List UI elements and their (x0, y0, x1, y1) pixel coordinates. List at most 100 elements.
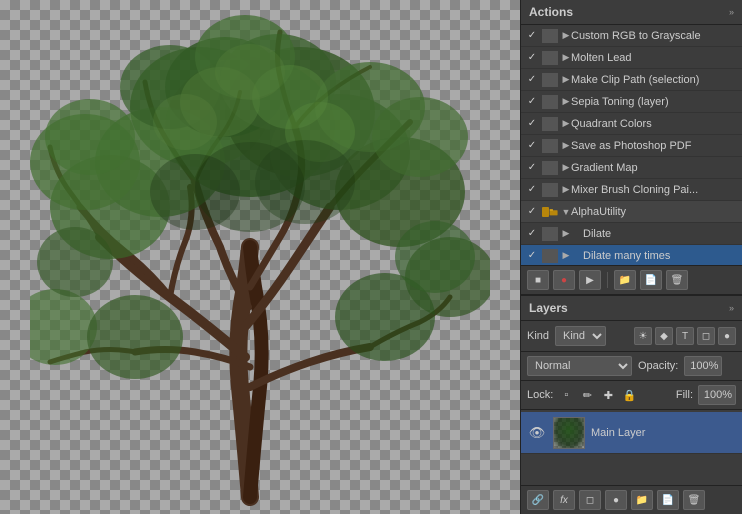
action-expand-3[interactable]: ▶ (561, 74, 571, 85)
action-icon-6 (542, 139, 558, 153)
action-icon-2 (542, 51, 558, 65)
layer-visibility-1[interactable]: 👁 (527, 425, 547, 441)
lock-all-icon[interactable]: 🔒 (621, 387, 637, 403)
action-item-11[interactable]: ✓ ▶Dilate many times (521, 245, 742, 265)
layer-filter-icons: ☀ ◆ T ◻ ● (634, 327, 736, 345)
actions-record-btn[interactable]: ● (553, 270, 575, 290)
actions-panel-collapse-icon[interactable]: » (729, 7, 734, 17)
action-check-6: ✓ (525, 140, 539, 151)
filter-adjust-icon[interactable]: ◆ (655, 327, 673, 345)
layer-thumbnail-1 (553, 417, 585, 449)
filter-type-icon[interactable]: T (676, 327, 694, 345)
action-item-2[interactable]: ✓▶Molten Lead (521, 47, 742, 69)
action-label-9: AlphaUtility (571, 206, 738, 218)
layer-new-btn[interactable]: 📄 (657, 490, 679, 510)
action-item-1[interactable]: ✓ ▶Custom RGB to Grayscale (521, 25, 742, 47)
layers-panel-title: Layers (529, 301, 568, 315)
fill-input[interactable] (698, 385, 736, 405)
layers-panel: Layers » Kind Kind ☀ ◆ T ◻ ● Normal Opac… (521, 296, 742, 514)
action-check-10: ✓ (525, 228, 539, 239)
actions-toolbar: ■ ● ▶ 📁 📄 🗑 (521, 265, 742, 294)
action-check-5: ✓ (525, 118, 539, 129)
action-label-10: Dilate (571, 228, 738, 240)
action-expand-8[interactable]: ▶ (561, 184, 571, 195)
right-panel: Actions » ✓▶Custom RGB to Grayscale✓▶Mol… (520, 0, 742, 514)
actions-panel-header: Actions » (521, 0, 742, 25)
layers-list: 👁 Main Layer (521, 410, 742, 485)
action-item-4[interactable]: ✓ ▶Sepia Toning (layer) (521, 91, 742, 113)
action-expand-6[interactable]: ▶ (561, 140, 571, 151)
layers-panel-collapse-icon[interactable]: » (729, 303, 734, 313)
blend-mode-row: Normal Opacity: (521, 352, 742, 381)
actions-list: ✓▶Custom RGB to Grayscale✓▶Molten Lead✓▶… (521, 25, 742, 265)
action-icon-4 (542, 95, 558, 109)
action-check-4: ✓ (525, 96, 539, 107)
actions-new-btn[interactable]: 📄 (640, 270, 662, 290)
action-expand-5[interactable]: ▶ (561, 118, 571, 129)
layer-name-1: Main Layer (591, 427, 736, 439)
action-check-8: ✓ (525, 184, 539, 195)
action-item-5[interactable]: ✓ ▶Quadrant Colors (521, 113, 742, 135)
action-expand-4[interactable]: ▶ (561, 96, 571, 107)
filter-smart-icon[interactable]: ● (718, 327, 736, 345)
action-expand-2[interactable]: ▶ (561, 52, 571, 63)
action-item-9[interactable]: ✓ ▼AlphaUtility (521, 201, 742, 223)
action-check-3: ✓ (525, 74, 539, 85)
layer-fx-btn[interactable]: fx (553, 490, 575, 510)
action-check-9: ✓ (525, 206, 539, 217)
action-label-8: Mixer Brush Cloning Pai... (571, 184, 738, 196)
action-expand-10[interactable]: ▶ (561, 228, 571, 239)
action-icon-5 (542, 117, 558, 131)
actions-panel-title: Actions (529, 5, 573, 19)
kind-select[interactable]: Kind (555, 326, 606, 346)
lock-transparent-icon[interactable]: ▫ (558, 387, 574, 403)
lock-label: Lock: (527, 389, 553, 401)
action-icon-8 (542, 183, 558, 197)
actions-play-btn[interactable]: ▶ (579, 270, 601, 290)
opacity-label: Opacity: (638, 360, 678, 372)
actions-stop-btn[interactable]: ■ (527, 270, 549, 290)
action-icon-10 (542, 227, 558, 241)
layer-link-btn[interactable]: 🔗 (527, 490, 549, 510)
layer-row-1[interactable]: 👁 Main Layer (521, 412, 742, 454)
action-item-8[interactable]: ✓ ▶Mixer Brush Cloning Pai... (521, 179, 742, 201)
action-label-3: Make Clip Path (selection) (571, 74, 738, 86)
action-item-10[interactable]: ✓ ▶Dilate (521, 223, 742, 245)
action-label-5: Quadrant Colors (571, 118, 738, 130)
action-item-3[interactable]: ✓ ▶Make Clip Path (selection) (521, 69, 742, 91)
folder-icon-9 (542, 205, 558, 219)
filter-pixel-icon[interactable]: ☀ (634, 327, 652, 345)
action-expand-9[interactable]: ▼ (561, 207, 571, 217)
action-check-1: ✓ (525, 30, 539, 41)
action-label-4: Sepia Toning (layer) (571, 96, 738, 108)
layer-group-btn[interactable]: 📁 (631, 490, 653, 510)
canvas-area (0, 0, 520, 514)
opacity-input[interactable] (684, 356, 722, 376)
action-item-6[interactable]: ✓▶Save as Photoshop PDF (521, 135, 742, 157)
kind-label: Kind (527, 330, 549, 342)
tree-svg-wrapper (0, 0, 520, 514)
action-icon-7 (542, 161, 558, 175)
layers-kind-row: Kind Kind ☀ ◆ T ◻ ● (521, 321, 742, 352)
tree-svg (30, 7, 490, 507)
fill-label: Fill: (676, 389, 693, 401)
action-label-1: Custom RGB to Grayscale (571, 30, 738, 42)
action-expand-1[interactable]: ▶ (561, 30, 571, 41)
actions-delete-btn[interactable]: 🗑 (666, 270, 688, 290)
action-item-7[interactable]: ✓▶Gradient Map (521, 157, 742, 179)
layer-mask-btn[interactable]: ◻ (579, 490, 601, 510)
action-expand-7[interactable]: ▶ (561, 162, 571, 173)
layer-adjustment-btn[interactable]: ● (605, 490, 627, 510)
actions-new-set-btn[interactable]: 📁 (614, 270, 636, 290)
action-label-11: Dilate many times (571, 250, 738, 262)
action-expand-11[interactable]: ▶ (561, 250, 571, 261)
lock-position-icon[interactable]: ✚ (600, 387, 616, 403)
action-check-11: ✓ (525, 250, 539, 261)
actions-panel: Actions » ✓▶Custom RGB to Grayscale✓▶Mol… (521, 0, 742, 296)
lock-pixels-icon[interactable]: ✏ (579, 387, 595, 403)
blend-mode-select[interactable]: Normal (527, 356, 632, 376)
action-check-7: ✓ (525, 162, 539, 173)
layer-delete-btn[interactable]: 🗑 (683, 490, 705, 510)
filter-shape-icon[interactable]: ◻ (697, 327, 715, 345)
action-icon-3 (542, 73, 558, 87)
